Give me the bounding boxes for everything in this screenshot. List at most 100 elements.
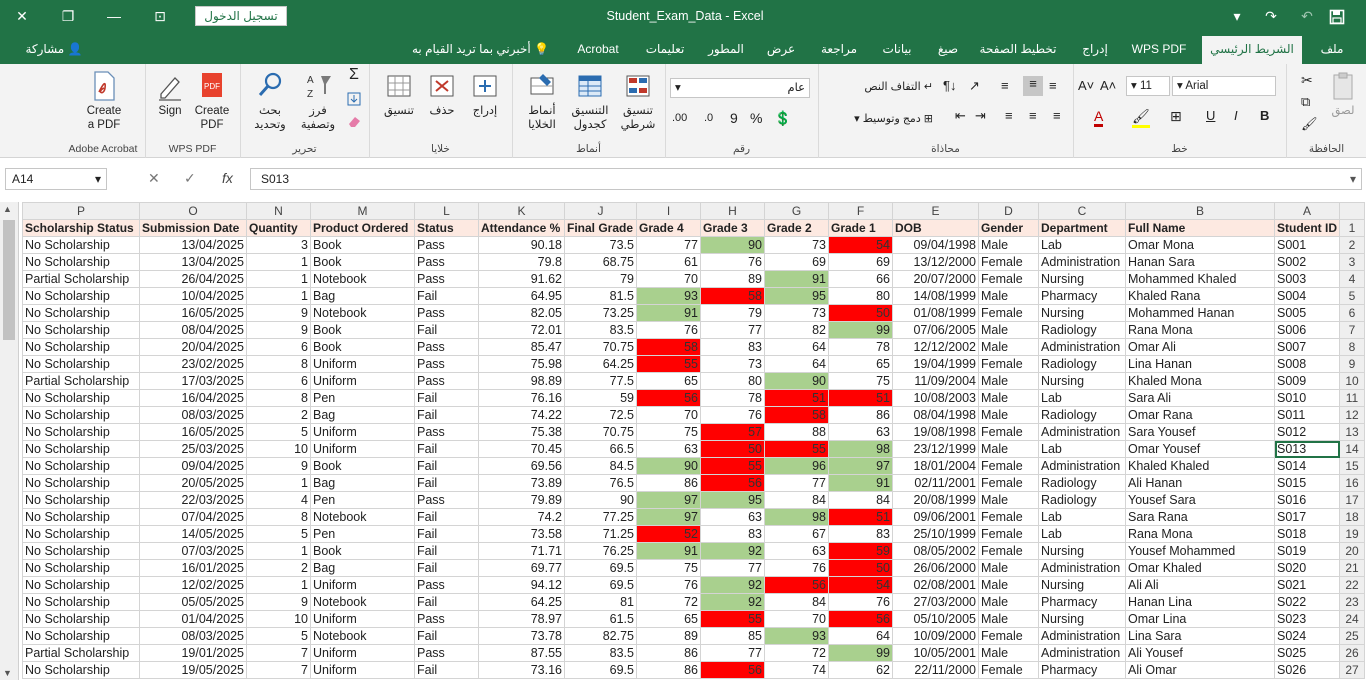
table-cell[interactable]: Book: [310, 542, 415, 560]
column-header-m[interactable]: M: [310, 202, 415, 220]
table-cell[interactable]: Pharmacy: [1038, 661, 1126, 679]
table-cell[interactable]: S010: [1274, 389, 1340, 407]
table-cell[interactable]: S002: [1274, 253, 1340, 271]
table-cell[interactable]: 9: [246, 321, 311, 339]
table-cell[interactable]: 70: [636, 406, 701, 424]
table-cell[interactable]: 77.25: [564, 508, 637, 526]
table-cell[interactable]: Uniform: [310, 440, 415, 458]
table-cell[interactable]: 85.47: [478, 338, 565, 356]
table-cell[interactable]: 70: [764, 610, 829, 628]
table-cell[interactable]: Uniform: [310, 661, 415, 679]
currency-icon[interactable]: 💲: [774, 110, 791, 127]
table-cell[interactable]: Administration: [1038, 423, 1126, 441]
save-icon[interactable]: [1322, 0, 1352, 32]
table-cell[interactable]: 2: [246, 559, 311, 577]
table-cell[interactable]: 9: [246, 593, 311, 611]
table-cell[interactable]: Rana Mona: [1125, 525, 1275, 543]
table-cell[interactable]: 97: [636, 491, 701, 509]
table-cell[interactable]: 77: [636, 236, 701, 254]
table-cell[interactable]: No Scholarship: [22, 236, 140, 254]
column-header-e[interactable]: E: [892, 202, 979, 220]
table-cell[interactable]: 75: [636, 559, 701, 577]
format-painter-icon[interactable]: 🖌: [1301, 116, 1318, 132]
table-cell[interactable]: Female: [978, 525, 1039, 543]
table-cell[interactable]: Omar Yousef: [1125, 440, 1275, 458]
row-header[interactable]: 2: [1339, 236, 1365, 254]
table-cell[interactable]: 9: [246, 304, 311, 322]
table-cell[interactable]: 07/03/2025: [139, 542, 247, 560]
scroll-down-icon[interactable]: ▼: [3, 668, 12, 678]
table-cell[interactable]: 70.75: [564, 338, 637, 356]
table-cell[interactable]: Nursing: [1038, 610, 1126, 628]
table-cell[interactable]: 59: [828, 542, 893, 560]
table-cell[interactable]: Omar Ali: [1125, 338, 1275, 356]
table-cell[interactable]: 70: [636, 270, 701, 288]
table-cell[interactable]: 97: [828, 457, 893, 475]
table-cell[interactable]: 73.25: [564, 304, 637, 322]
enter-icon[interactable]: ✓: [184, 170, 196, 187]
column-header-j[interactable]: J: [564, 202, 637, 220]
table-cell[interactable]: Hanan Lina: [1125, 593, 1275, 611]
table-cell[interactable]: 56: [700, 474, 765, 492]
table-cell[interactable]: 08/04/1998: [892, 406, 979, 424]
table-cell[interactable]: 1: [246, 270, 311, 288]
table-cell[interactable]: Male: [978, 338, 1039, 356]
table-cell[interactable]: 78: [828, 338, 893, 356]
table-cell[interactable]: S011: [1274, 406, 1340, 424]
header-cell[interactable]: Final Grade: [564, 219, 637, 237]
table-cell[interactable]: 77: [700, 321, 765, 339]
table-cell[interactable]: Bag: [310, 406, 415, 424]
table-cell[interactable]: 1: [246, 542, 311, 560]
table-cell[interactable]: 77: [764, 474, 829, 492]
table-cell[interactable]: Notebook: [310, 508, 415, 526]
table-cell[interactable]: 75: [636, 423, 701, 441]
table-cell[interactable]: 82.75: [564, 627, 637, 645]
table-cell[interactable]: Administration: [1038, 559, 1126, 577]
table-cell[interactable]: 92: [700, 593, 765, 611]
undo-icon[interactable]: ↶: [1292, 0, 1322, 32]
column-header-k[interactable]: K: [478, 202, 565, 220]
table-cell[interactable]: 3: [246, 236, 311, 254]
table-cell[interactable]: Pass: [414, 491, 479, 509]
row-header[interactable]: 14: [1339, 440, 1365, 458]
column-header-n[interactable]: N: [246, 202, 311, 220]
delete-cells-button[interactable]: حذف: [422, 70, 462, 118]
table-cell[interactable]: Bag: [310, 559, 415, 577]
table-cell[interactable]: 58: [636, 338, 701, 356]
scroll-thumb[interactable]: [3, 220, 15, 340]
table-cell[interactable]: Male: [978, 236, 1039, 254]
table-cell[interactable]: 83: [700, 338, 765, 356]
table-cell[interactable]: 99: [828, 644, 893, 662]
table-cell[interactable]: 56: [764, 576, 829, 594]
minimize-icon[interactable]: —: [96, 0, 132, 32]
table-cell[interactable]: No Scholarship: [22, 559, 140, 577]
table-cell[interactable]: 91: [828, 474, 893, 492]
share-button[interactable]: مشاركة 👤: [18, 32, 90, 64]
table-cell[interactable]: Fail: [414, 593, 479, 611]
table-cell[interactable]: Pass: [414, 355, 479, 373]
table-cell[interactable]: 86: [636, 644, 701, 662]
table-cell[interactable]: 77: [700, 644, 765, 662]
table-cell[interactable]: 13/12/2000: [892, 253, 979, 271]
table-cell[interactable]: 10/04/2025: [139, 287, 247, 305]
increase-decimal-icon[interactable]: .0: [704, 112, 713, 124]
highlight-color-icon[interactable]: 🖌: [1132, 108, 1150, 128]
table-cell[interactable]: S026: [1274, 661, 1340, 679]
table-cell[interactable]: 10: [246, 440, 311, 458]
table-cell[interactable]: 14/08/1999: [892, 287, 979, 305]
table-cell[interactable]: 16/04/2025: [139, 389, 247, 407]
table-cell[interactable]: 73: [700, 355, 765, 373]
table-cell[interactable]: 79: [700, 304, 765, 322]
borders-icon[interactable]: ⊞: [1170, 108, 1182, 125]
table-cell[interactable]: 66: [828, 270, 893, 288]
table-cell[interactable]: No Scholarship: [22, 389, 140, 407]
row-header[interactable]: 17: [1339, 491, 1365, 509]
table-cell[interactable]: Yousef Sara: [1125, 491, 1275, 509]
sign-button[interactable]: Sign: [150, 70, 190, 118]
table-cell[interactable]: 74.22: [478, 406, 565, 424]
table-cell[interactable]: 92: [700, 542, 765, 560]
table-cell[interactable]: 6: [246, 372, 311, 390]
table-cell[interactable]: 72.5: [564, 406, 637, 424]
decrease-font-icon[interactable]: A˅: [1078, 78, 1094, 93]
tab-developer[interactable]: المطور: [702, 32, 750, 64]
